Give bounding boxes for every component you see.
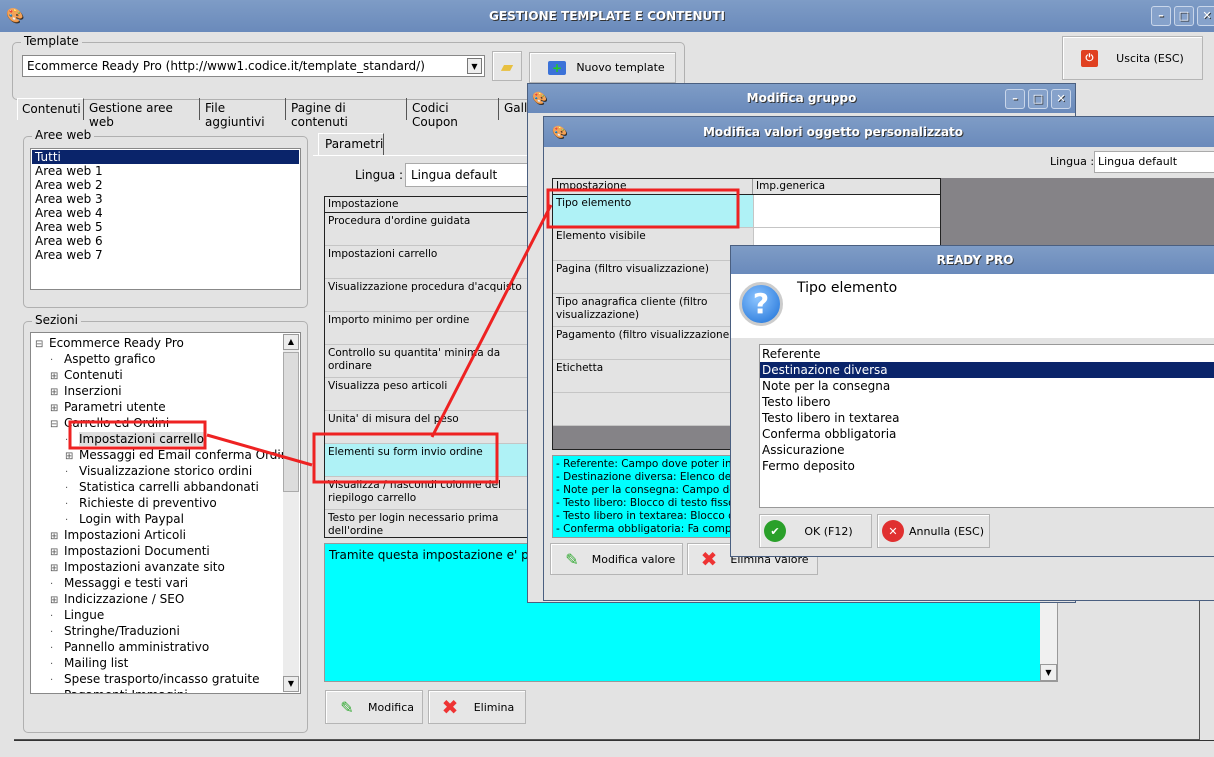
annotation-arrow — [206, 433, 313, 467]
highlight-box — [546, 188, 740, 229]
annotation-arrow — [430, 204, 553, 438]
highlight-box — [312, 432, 499, 484]
annotation-overlay — [68, 188, 740, 484]
highlight-box — [68, 420, 207, 450]
